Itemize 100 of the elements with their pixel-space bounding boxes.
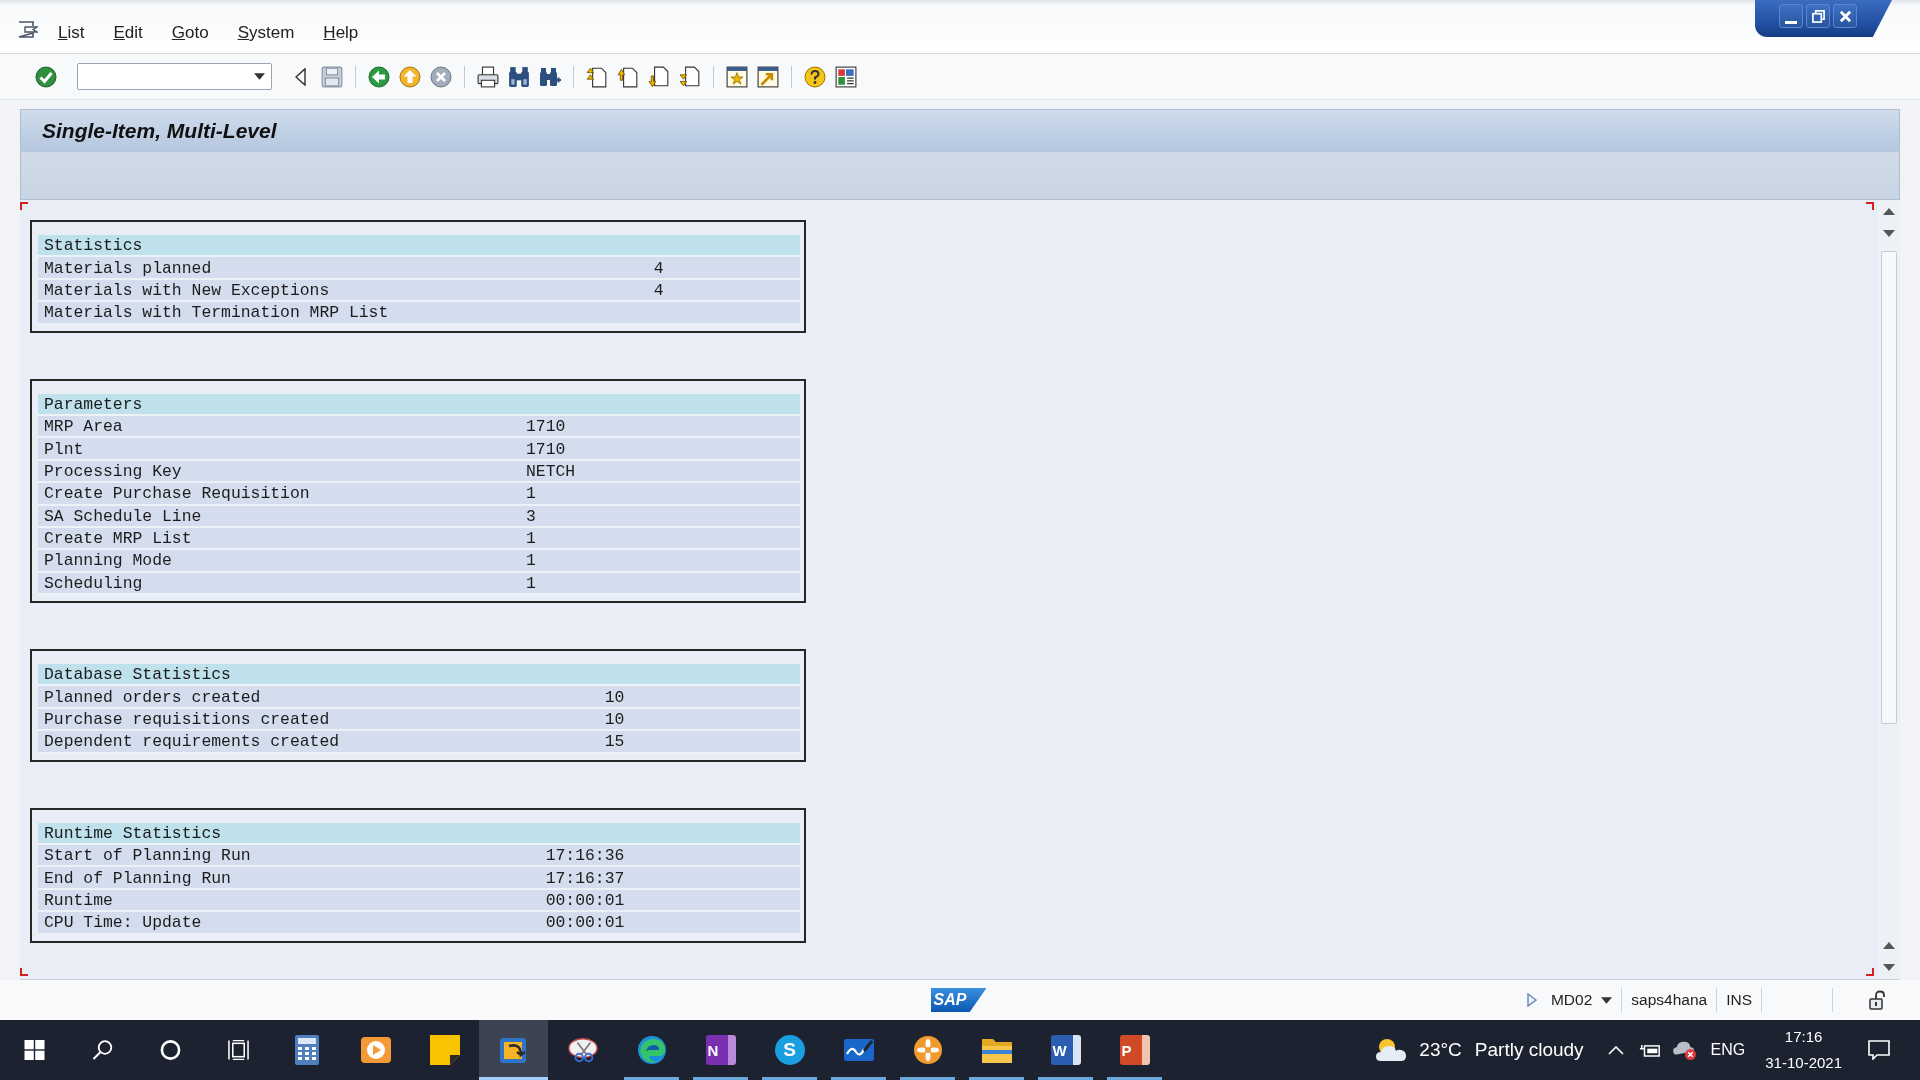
page-double-down-icon[interactable] [679,65,701,88]
scroll-up-icon[interactable] [1883,207,1895,215]
menu-item[interactable]: Edit [111,22,145,43]
restore-button[interactable] [1806,4,1830,28]
caret-down-icon[interactable] [1601,996,1613,1004]
row-label: Materials with New Exceptions [44,280,330,301]
lock-icon[interactable] [1868,990,1888,1010]
printer-icon[interactable] [477,65,499,88]
row-value: 1 [525,573,536,594]
row-value: 1 [525,484,536,505]
section-heading: Statistics [44,236,143,257]
row-value: 17:16:36 [545,846,625,867]
sticky-note-icon [429,1035,460,1065]
row-value: 00:00:01 [545,913,625,934]
transaction-code[interactable]: MD02 [1550,991,1593,1009]
page-up-icon[interactable] [617,65,639,88]
row-value: 15 [604,732,625,753]
taskbar-button[interactable]: P [1100,1020,1169,1080]
row-value: 17:16:37 [545,868,625,889]
language-indicator[interactable]: ENG [1710,1041,1746,1059]
swirl-icon [636,1035,667,1065]
play-icon [360,1035,391,1065]
row-label: MRP Area [44,417,123,438]
weather-condition[interactable]: Partly cloudy [1474,1039,1584,1061]
clock-date[interactable]: 31-10-2021 [1765,1050,1842,1076]
menu-item[interactable]: List [56,22,87,43]
taskbar-button[interactable]: N [686,1020,755,1080]
cancel-icon[interactable] [430,65,452,88]
triangle-right-icon[interactable] [1526,993,1537,1007]
row-label: Plnt [44,439,84,460]
corner-mark-icon [20,968,28,976]
clock-time[interactable]: 17:16 [1784,1024,1823,1050]
network-x-icon[interactable] [1672,1040,1697,1060]
row-label: Processing Key [44,461,182,482]
minimize-button[interactable] [1779,4,1803,28]
row-label: Materials with Termination MRP List [44,303,389,324]
app-logo: P [1119,1035,1150,1065]
color-grid-icon[interactable] [835,65,857,88]
corner-mark-icon [20,202,28,210]
row-label: Scheduling [44,573,143,594]
row-value: 10 [604,710,625,731]
binoculars-plus-icon[interactable] [539,65,561,88]
row-value: 10 [604,687,625,708]
app-logo: N [705,1035,736,1065]
row-label: End of Planning Run [44,868,231,889]
taskbar-button[interactable] [479,1020,548,1080]
scrollbar-thumb[interactable] [1881,251,1897,724]
flower-icon [912,1035,943,1065]
notification-icon[interactable] [1868,1040,1890,1060]
corner-mark-icon [1866,968,1874,976]
row-value: 1710 [525,439,566,460]
row-label: Start of Planning Run [44,846,251,867]
row-value: 1 [525,529,536,550]
row-label: Create Purchase Requisition [44,484,310,505]
row-label: CPU Time: Update [44,913,202,934]
system-name: saps4hana [1631,991,1708,1009]
triangle-left-icon[interactable] [295,67,306,86]
circle-icon[interactable] [159,1040,181,1060]
row-label: Create MRP List [44,529,192,550]
page-double-up-icon[interactable] [586,65,608,88]
close-button[interactable] [1833,4,1857,28]
input-mode: INS [1726,991,1752,1009]
logo: SAP [930,988,987,1012]
help-icon[interactable] [804,65,826,88]
battery-icon[interactable] [1638,1042,1661,1058]
row-label: Materials planned [44,258,212,279]
menu-item[interactable]: Help [321,22,361,43]
caret-down-icon[interactable] [254,73,265,80]
system-menu-icon[interactable] [18,21,38,38]
scroll-down-icon[interactable] [1883,963,1895,971]
command-field[interactable] [77,63,272,90]
row-value: 4 [653,280,664,301]
row-value: 00:00:01 [545,891,625,911]
row-label: Planning Mode [44,551,172,572]
binoculars-icon[interactable] [508,65,530,88]
task-view-icon[interactable] [227,1040,249,1060]
menu-item[interactable]: Goto [169,22,211,43]
menu-item[interactable]: System [235,22,297,43]
page-down-icon[interactable] [648,65,670,88]
chevron-up-icon[interactable] [1607,1045,1624,1055]
corner-mark-icon [1866,202,1874,210]
check-icon[interactable] [35,65,57,88]
taskbar-button[interactable]: W [1031,1020,1100,1080]
search-icon[interactable] [91,1040,113,1060]
row-label: Purchase requisitions created [44,710,330,731]
scissors-icon [567,1035,598,1065]
app-logo: W [1050,1035,1081,1065]
row-label: Runtime [44,891,113,911]
scroll-up-icon[interactable] [1883,941,1895,949]
weather-temperature[interactable]: 23°C [1419,1039,1462,1061]
row-label: Dependent requirements created [44,732,340,753]
close-icon [1838,9,1852,23]
scroll-down-icon[interactable] [1883,229,1895,237]
row-value: 3 [525,506,536,527]
row-label: SA Schedule Line [44,506,202,527]
row-value: 1710 [525,417,566,438]
section-heading: Runtime Statistics [44,823,222,844]
sun-cloud-icon[interactable] [1375,1037,1408,1063]
start-icon[interactable] [23,1040,45,1060]
row-value: 1 [525,551,536,572]
